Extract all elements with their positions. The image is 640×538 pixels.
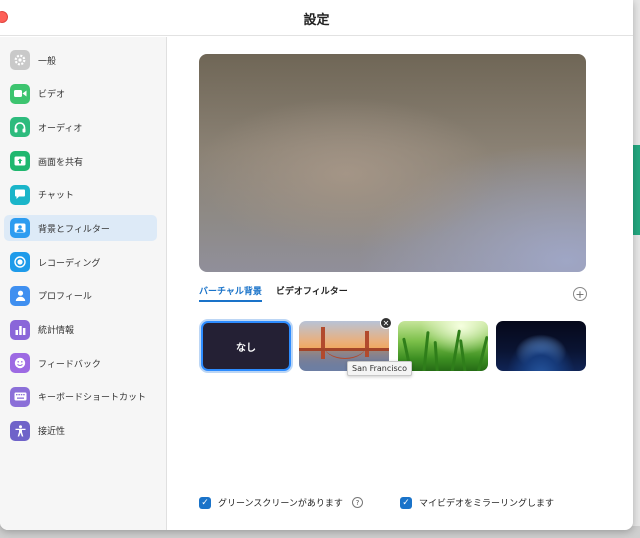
mirror-video-label: マイビデオをミラーリングします — [419, 499, 555, 509]
smiley-icon — [10, 353, 30, 374]
settings-window: 設定 一般 ビデオ オーディオ 画面を共有 チャット 背景とフィルター レコーデ… — [0, 0, 633, 530]
chat-bubble-icon — [10, 184, 30, 205]
sidebar-item-label: 統計情報 — [38, 326, 75, 336]
sidebar-item-feedback[interactable]: フィードバック — [4, 350, 157, 376]
help-icon[interactable]: ? — [351, 497, 363, 508]
person-icon — [10, 285, 30, 306]
sidebar-item-keyboard-shortcuts[interactable]: キーボードショートカット — [4, 384, 157, 410]
sidebar-item-label: キーボードショートカット — [38, 393, 147, 404]
sidebar-item-statistics[interactable]: 統計情報 — [4, 317, 157, 343]
sidebar-item-chat[interactable]: チャット — [4, 182, 157, 208]
background-app-accent — [632, 145, 640, 235]
grass-blade — [422, 331, 430, 371]
sidebar-item-background-filters[interactable]: 背景とフィルター — [4, 215, 157, 242]
green-screen-checkbox[interactable]: ✓ — [199, 496, 211, 509]
grass-blade — [459, 339, 467, 371]
sidebar-item-label: 背景とフィルター — [38, 224, 110, 235]
video-camera-icon — [10, 83, 30, 104]
sidebar-item-label: 接近性 — [38, 427, 66, 438]
background-tooltip: San Francisco — [347, 361, 412, 376]
background-none-label: なし — [236, 342, 256, 354]
sidebar-item-share-screen[interactable]: 画面を共有 — [4, 148, 157, 174]
bridge-cable — [323, 329, 367, 359]
checkmark-icon: ✓ — [201, 497, 209, 508]
sidebar-item-video[interactable]: ビデオ — [4, 81, 157, 107]
green-screen-option: ✓ グリーンスクリーンがあります ? — [199, 496, 363, 509]
gear-icon — [10, 50, 30, 70]
title-bar: 設定 — [0, 0, 633, 36]
sidebar-item-audio[interactable]: オーディオ — [4, 114, 157, 140]
sidebar-item-recording[interactable]: レコーディング — [4, 249, 157, 275]
sidebar-item-accessibility[interactable]: 接近性 — [4, 418, 157, 444]
sidebar-item-label: ビデオ — [38, 90, 66, 101]
grass-blade — [450, 329, 461, 371]
sidebar-item-label: 一般 — [38, 56, 57, 67]
background-filters-panel: バーチャル背景 ビデオフィルター + なし ✕ San Francisco ✓ … — [168, 37, 633, 530]
background-thumb-none[interactable]: なし — [201, 321, 291, 371]
sidebar-item-label: チャット — [38, 191, 74, 202]
sidebar-item-profile[interactable]: プロフィール — [4, 283, 157, 309]
accessibility-icon — [10, 420, 30, 441]
settings-sidebar: 一般 ビデオ オーディオ 画面を共有 チャット 背景とフィルター レコーディング… — [0, 37, 167, 530]
mirror-video-checkbox[interactable]: ✓ — [400, 496, 412, 509]
screen-share-icon — [10, 151, 30, 172]
sidebar-item-label: オーディオ — [38, 123, 83, 134]
sidebar-item-label: プロフィール — [38, 292, 92, 303]
grass-blade — [476, 335, 488, 371]
bar-chart-icon — [10, 319, 30, 340]
window-title: 設定 — [303, 13, 330, 28]
grass-blade — [433, 340, 439, 371]
background-image-icon — [10, 218, 30, 239]
green-screen-label: グリーンスクリーンがあります — [218, 499, 343, 509]
camera-preview — [199, 54, 586, 272]
sidebar-item-label: レコーディング — [38, 258, 101, 269]
delete-background-button[interactable]: ✕ — [380, 317, 392, 329]
background-thumb-earth[interactable] — [496, 321, 586, 371]
checkmark-icon: ✓ — [402, 497, 410, 508]
keyboard-icon — [10, 386, 30, 407]
record-icon — [10, 252, 30, 273]
tab-bar: バーチャル背景 ビデオフィルター — [199, 284, 362, 302]
close-icon: ✕ — [382, 318, 390, 328]
headphones-icon — [10, 117, 30, 138]
mirror-video-option: ✓ マイビデオをミラーリングします — [400, 496, 554, 509]
sidebar-item-label: フィードバック — [38, 359, 101, 370]
add-background-button[interactable]: + — [573, 287, 587, 301]
tab-video-filters[interactable]: ビデオフィルター — [276, 284, 348, 302]
plus-icon: + — [575, 287, 585, 301]
sidebar-item-label: 画面を共有 — [38, 157, 84, 168]
tab-virtual-background[interactable]: バーチャル背景 — [199, 284, 262, 302]
sidebar-item-general[interactable]: 一般 — [4, 47, 157, 73]
